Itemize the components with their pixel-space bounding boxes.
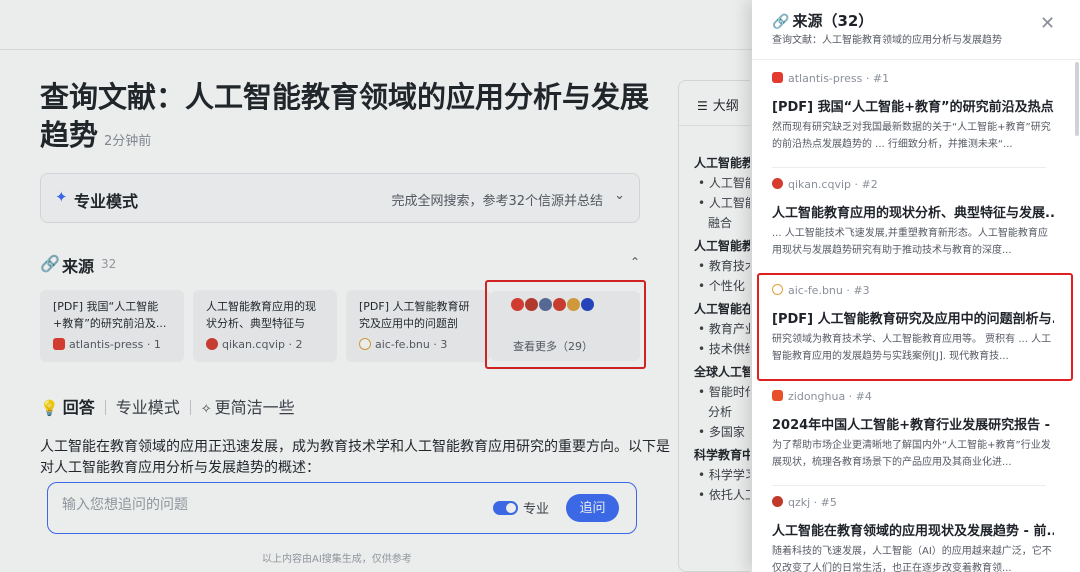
link-icon: 🔗 <box>772 14 790 30</box>
site-logo-icon <box>772 390 783 401</box>
scrollbar[interactable] <box>1075 62 1079 136</box>
reference-title: [PDF] 我国“人工智能+教育”的研究前沿及热点分... <box>772 100 1054 115</box>
reference-site: atlantis-press · #1 <box>772 72 889 85</box>
reference-site: zidonghua · #4 <box>772 390 872 403</box>
drawer-title: 🔗 来源（32） <box>772 12 874 30</box>
highlight-box <box>757 273 1073 381</box>
reference-item[interactable]: zidonghua · #4 2024年中国人工智能+教育行业发展研究报告 - … <box>752 380 1072 486</box>
site-logo-icon <box>772 72 783 83</box>
reference-snippet: ... 人工智能技术飞速发展,并重塑教育新形态。人工智能教育应用现状与发展趋势研… <box>772 228 1048 256</box>
reference-snippet: 然而现有研究缺乏对我国最新数据的关于“人工智能+教育”研究的前沿热点发展趋势的 … <box>772 122 1051 150</box>
reference-site: qzkj · #5 <box>772 496 837 509</box>
reference-title: 人工智能教育应用的现状分析、典型特征与发展... <box>772 206 1054 221</box>
reference-item[interactable]: qikan.cqvip · #2 人工智能教育应用的现状分析、典型特征与发展..… <box>752 168 1072 274</box>
site-logo-icon <box>772 496 783 507</box>
reference-item[interactable]: qzkj · #5 人工智能在教育领域的应用现状及发展趋势 - 前... 随着科… <box>752 486 1072 572</box>
reference-snippet: 为了帮助市场企业更清晰地了解国内外“人工智能+教育”行业发展现状，梳理各教育场景… <box>772 440 1051 468</box>
close-icon[interactable]: ✕ <box>1040 14 1055 34</box>
reference-title: 人工智能在教育领域的应用现状及发展趋势 - 前... <box>772 524 1054 539</box>
reference-snippet: 随着科技的飞速发展，人工智能（AI）的应用越来越广泛，它不仅改变了人们的日常生活… <box>772 546 1052 572</box>
reference-title: 2024年中国人工智能+教育行业发展研究报告 - ... <box>772 418 1054 433</box>
reference-item[interactable]: atlantis-press · #1 [PDF] 我国“人工智能+教育”的研究… <box>752 62 1072 168</box>
reference-site: qikan.cqvip · #2 <box>772 178 878 191</box>
site-logo-icon <box>772 178 783 189</box>
divider <box>752 59 1080 60</box>
drawer-subtitle: 查询文献：人工智能教育领域的应用分析与发展趋势 <box>772 35 1002 46</box>
